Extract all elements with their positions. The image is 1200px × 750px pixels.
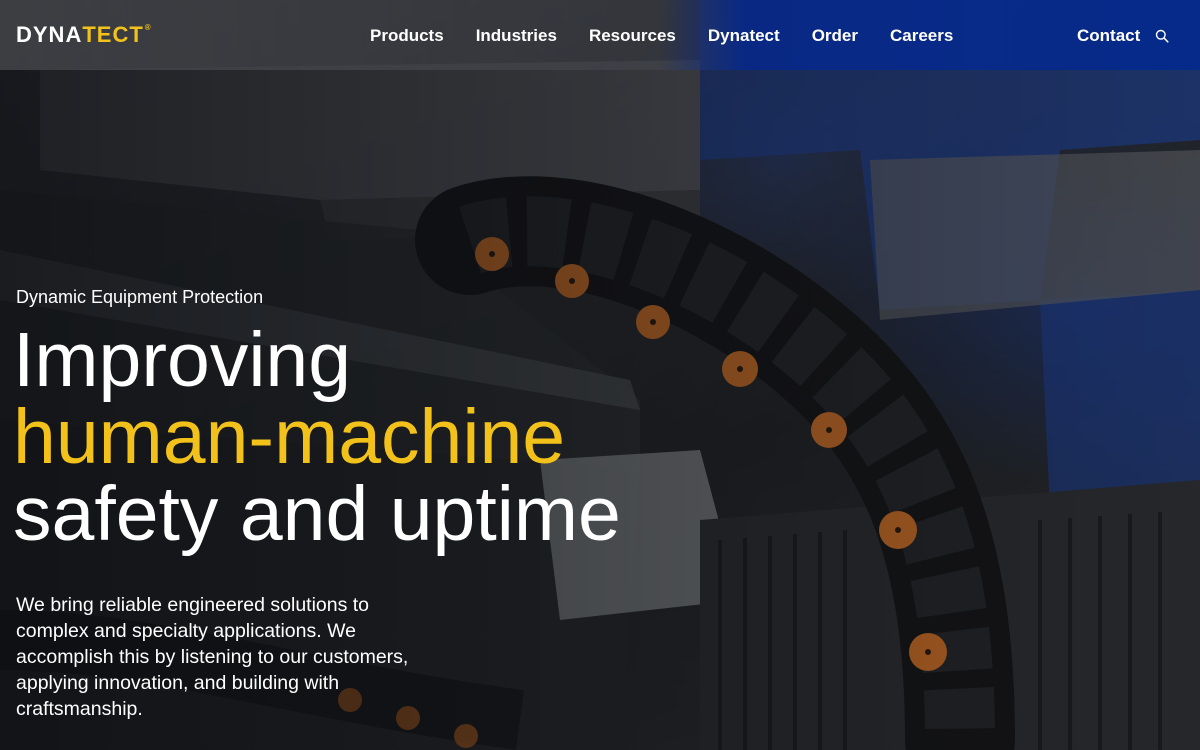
homepage: DYNA TECT ® Products Industries Resources … <box>0 0 1200 750</box>
hero-lead-paragraph: We bring reliable engineered solutions t… <box>16 594 409 720</box>
contact-link[interactable]: Contact <box>1077 0 1140 72</box>
hero-headline: Improving human-machine safety and uptim… <box>13 322 621 553</box>
hero-eyebrow: Dynamic Equipment Protection <box>16 287 264 307</box>
dynatect-logo[interactable]: DYNA TECT ® <box>16 24 152 46</box>
nav-item-resources[interactable]: Resources <box>573 26 692 46</box>
logo-registered-mark: ® <box>144 23 152 32</box>
nav-item-industries[interactable]: Industries <box>460 26 573 46</box>
headline-line-1: Improving <box>13 317 352 403</box>
headline-line-3: safety and uptime <box>13 471 621 557</box>
main-nav: Products Industries Resources Dynatect O… <box>354 0 969 72</box>
logo-text-yellow: TECT <box>82 22 144 47</box>
logo-text-white: DYNA <box>16 22 83 47</box>
headline-line-2-accent: human-machine <box>13 394 566 480</box>
search-icon[interactable] <box>1155 29 1169 43</box>
nav-item-order[interactable]: Order <box>796 26 874 46</box>
nav-item-careers[interactable]: Careers <box>874 26 969 46</box>
nav-item-products[interactable]: Products <box>354 26 460 46</box>
nav-item-dynatect[interactable]: Dynatect <box>692 26 796 46</box>
site-header: DYNA TECT ® Products Industries Resources … <box>0 0 1200 70</box>
